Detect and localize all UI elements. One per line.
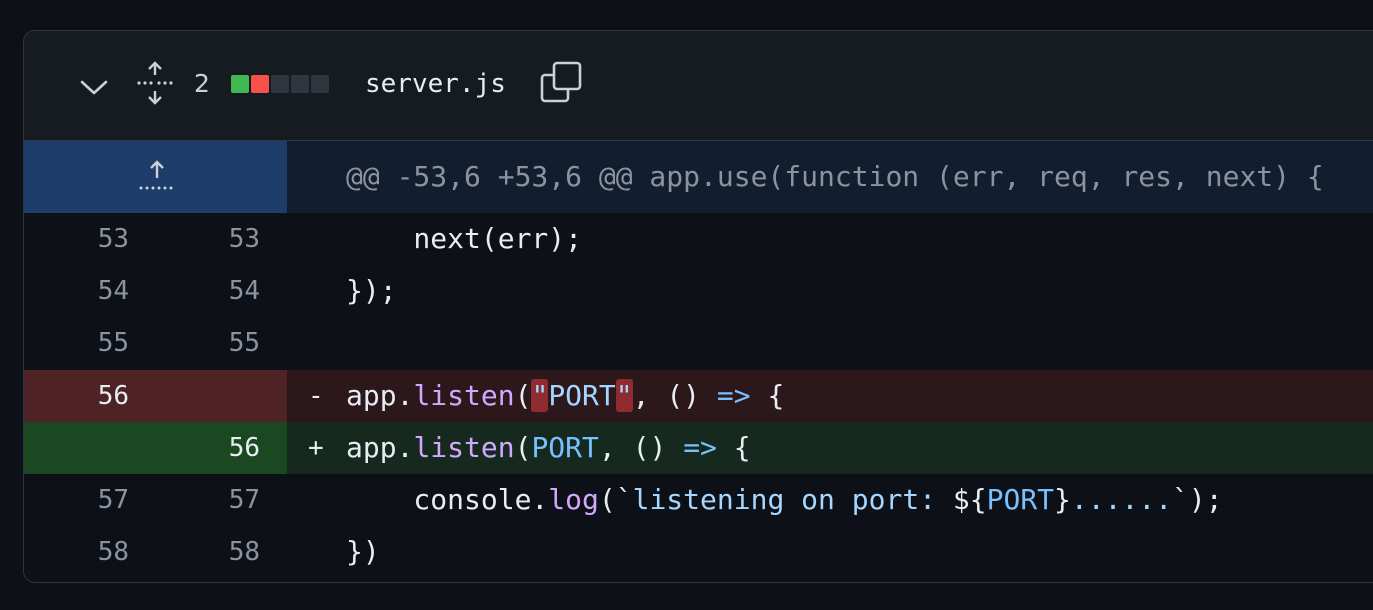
new-line-number[interactable]: 57	[155, 474, 260, 526]
addition-sign: +	[308, 433, 324, 463]
diffstat-block-neutral	[311, 75, 329, 93]
code-token: app.	[346, 431, 414, 464]
hunk-header-text: @@ -53,6 +53,6 @@ app.use(function (err,…	[346, 160, 1324, 193]
expand-up-icon	[139, 160, 173, 190]
code-token-variable: PORT	[986, 483, 1055, 516]
code-token: {	[750, 379, 785, 412]
diff-line-context: 53 53 next(err);	[24, 213, 1373, 265]
code-token-removed-highlight: "	[531, 379, 549, 412]
code-token-operator: =>	[683, 431, 717, 464]
code-token: );	[1188, 483, 1223, 516]
change-count: 2	[194, 69, 210, 98]
code-token-function: listen	[413, 431, 515, 464]
code-line: });	[346, 274, 397, 307]
code-token: (	[514, 379, 532, 412]
code-token-variable: PORT	[531, 431, 599, 464]
code-token-operator: =>	[716, 379, 751, 412]
code-line: app.listen("PORT", () => {	[346, 370, 784, 422]
new-line-number[interactable]: 54	[155, 265, 260, 317]
old-line-number[interactable]: 56	[24, 370, 129, 422]
diffstat-block-neutral	[291, 75, 309, 93]
new-line-number[interactable]	[155, 370, 260, 422]
diffstat-block-neutral	[271, 75, 289, 93]
hunk-header-row: @@ -53,6 +53,6 @@ app.use(function (err,…	[24, 141, 1373, 213]
diff-file-container: 2 server.js @@ -53,6 +53,6 @@ app.use(fu…	[23, 30, 1373, 583]
file-name-link[interactable]: server.js	[365, 67, 506, 101]
code-token: , ()	[598, 431, 684, 464]
code-token: (`	[598, 483, 633, 516]
expand-up-button[interactable]	[24, 141, 287, 213]
code-token: ${	[952, 483, 987, 516]
code-line: next(err);	[346, 222, 583, 255]
code-line: app.listen(PORT, () => {	[346, 422, 751, 474]
code-token-function: listen	[413, 379, 515, 412]
code-token: , ()	[632, 379, 717, 412]
code-token: console.	[346, 483, 549, 516]
code-token: }	[1054, 483, 1071, 516]
code-token-string: ......	[1070, 483, 1173, 516]
old-line-number[interactable]	[24, 422, 129, 474]
old-line-number[interactable]: 57	[24, 474, 129, 526]
code-token: app.	[346, 379, 414, 412]
code-token: `	[1172, 483, 1189, 516]
diff-line-deletion: 56 - app.listen("PORT", () => {	[24, 370, 1373, 422]
new-line-number[interactable]: 56	[155, 422, 260, 474]
code-token-removed-highlight: "	[615, 379, 633, 412]
new-line-number[interactable]: 53	[155, 213, 260, 265]
diffstat-block-deleted	[251, 75, 269, 93]
deletion-sign: -	[308, 381, 324, 411]
old-line-number[interactable]: 55	[24, 317, 129, 369]
code-line: })	[346, 535, 380, 568]
old-line-number[interactable]: 54	[24, 265, 129, 317]
diff-line-context: 55 55	[24, 317, 1373, 369]
diffstat	[231, 75, 329, 93]
old-line-number[interactable]: 53	[24, 213, 129, 265]
diff-line-context: 57 57 console.log(`listening on port: ${…	[24, 474, 1373, 526]
diff-line-addition: 56 + app.listen(PORT, () => {	[24, 422, 1373, 474]
old-line-number[interactable]: 58	[24, 526, 129, 578]
copy-icon[interactable]	[540, 61, 584, 105]
diffstat-block-added	[231, 75, 249, 93]
expand-all-icon[interactable]	[135, 61, 175, 105]
code-token-function: log	[548, 483, 599, 516]
new-line-number[interactable]: 55	[155, 317, 260, 369]
chevron-down-icon[interactable]	[78, 71, 110, 103]
diff-line-context: 58 58 })	[24, 526, 1373, 578]
code-line: console.log(`listening on port: ${PORT}.…	[346, 474, 1223, 526]
code-token: {	[716, 431, 751, 464]
diff-line-context: 54 54 });	[24, 265, 1373, 317]
code-token-string: PORT	[548, 379, 616, 412]
file-header: 2 server.js	[24, 31, 1373, 141]
code-token: (	[514, 431, 532, 464]
new-line-number[interactable]: 58	[155, 526, 260, 578]
code-token-string: listening on port:	[632, 483, 953, 516]
